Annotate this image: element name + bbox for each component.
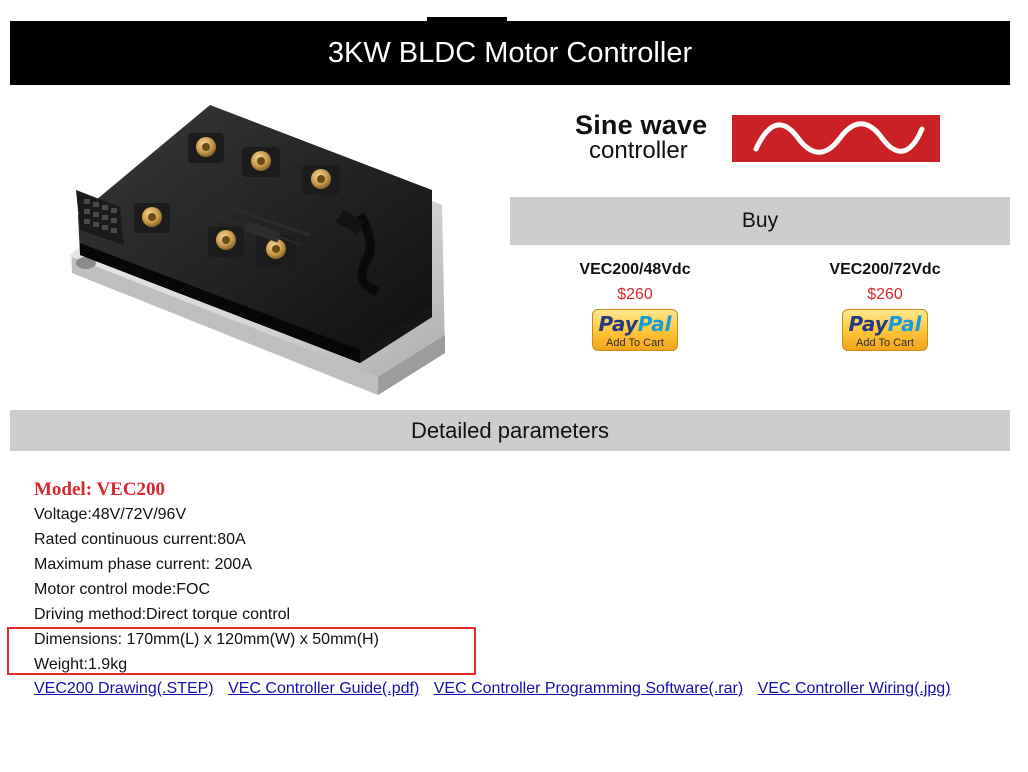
- highlight-annotation-box: [7, 627, 476, 675]
- link-controller-guide[interactable]: VEC Controller Guide(.pdf): [228, 680, 419, 697]
- spec-rated-current: Rated continuous current:80A: [34, 531, 246, 548]
- product-photo: [70, 105, 445, 395]
- paypal-pal-text: Pal: [637, 312, 672, 336]
- buy-option-model: VEC200/48Vdc: [579, 261, 691, 278]
- buy-option-model: VEC200/72Vdc: [829, 261, 941, 278]
- model-title: Model: VEC200: [34, 479, 166, 500]
- buy-section-header: Buy: [510, 197, 1010, 245]
- spec-driving-method: Driving method:Direct torque control: [34, 606, 291, 623]
- spec-voltage: Voltage:48V/72V/96V: [34, 506, 187, 523]
- detailed-parameters-header: Detailed parameters: [10, 410, 1010, 451]
- paypal-pay-text: Pay: [598, 312, 638, 336]
- link-programming-software[interactable]: VEC Controller Programming Software(.rar…: [434, 680, 743, 697]
- buy-option-48v: VEC200/48Vdc $260 PayPal Add To Cart: [510, 260, 760, 356]
- download-links: VEC200 Drawing(.STEP) VEC Controller Gui…: [34, 678, 961, 700]
- paypal-logo: PayPal: [843, 313, 927, 335]
- paypal-pay-text: Pay: [848, 312, 888, 336]
- sine-wave-logo: Sine wave controller: [575, 110, 945, 168]
- paypal-button-label: Add To Cart: [856, 337, 914, 349]
- link-controller-wiring[interactable]: VEC Controller Wiring(.jpg): [758, 680, 951, 697]
- buy-option-72v: VEC200/72Vdc $260 PayPal Add To Cart: [760, 260, 1010, 356]
- paypal-pal-text: Pal: [887, 312, 922, 336]
- page-title: 3KW BLDC Motor Controller: [327, 36, 693, 69]
- buy-option-price: $260: [617, 286, 653, 303]
- logo-line-2: controller: [589, 137, 688, 164]
- paypal-logo: PayPal: [593, 313, 677, 335]
- buy-option-price: $260: [867, 286, 903, 303]
- spec-control-mode: Motor control mode:FOC: [34, 581, 211, 598]
- spec-max-phase-current: Maximum phase current: 200A: [34, 556, 252, 573]
- paypal-button-label: Add To Cart: [606, 337, 664, 349]
- sine-wave-icon: [732, 115, 940, 162]
- paypal-add-to-cart-button[interactable]: PayPal Add To Cart: [842, 309, 928, 351]
- page-title-bar: 3KW BLDC Motor Controller: [10, 21, 1010, 85]
- link-drawing-step[interactable]: VEC200 Drawing(.STEP): [34, 680, 214, 697]
- buy-header-label: Buy: [741, 209, 779, 232]
- detailed-parameters-label: Detailed parameters: [410, 417, 610, 443]
- paypal-add-to-cart-button[interactable]: PayPal Add To Cart: [592, 309, 678, 351]
